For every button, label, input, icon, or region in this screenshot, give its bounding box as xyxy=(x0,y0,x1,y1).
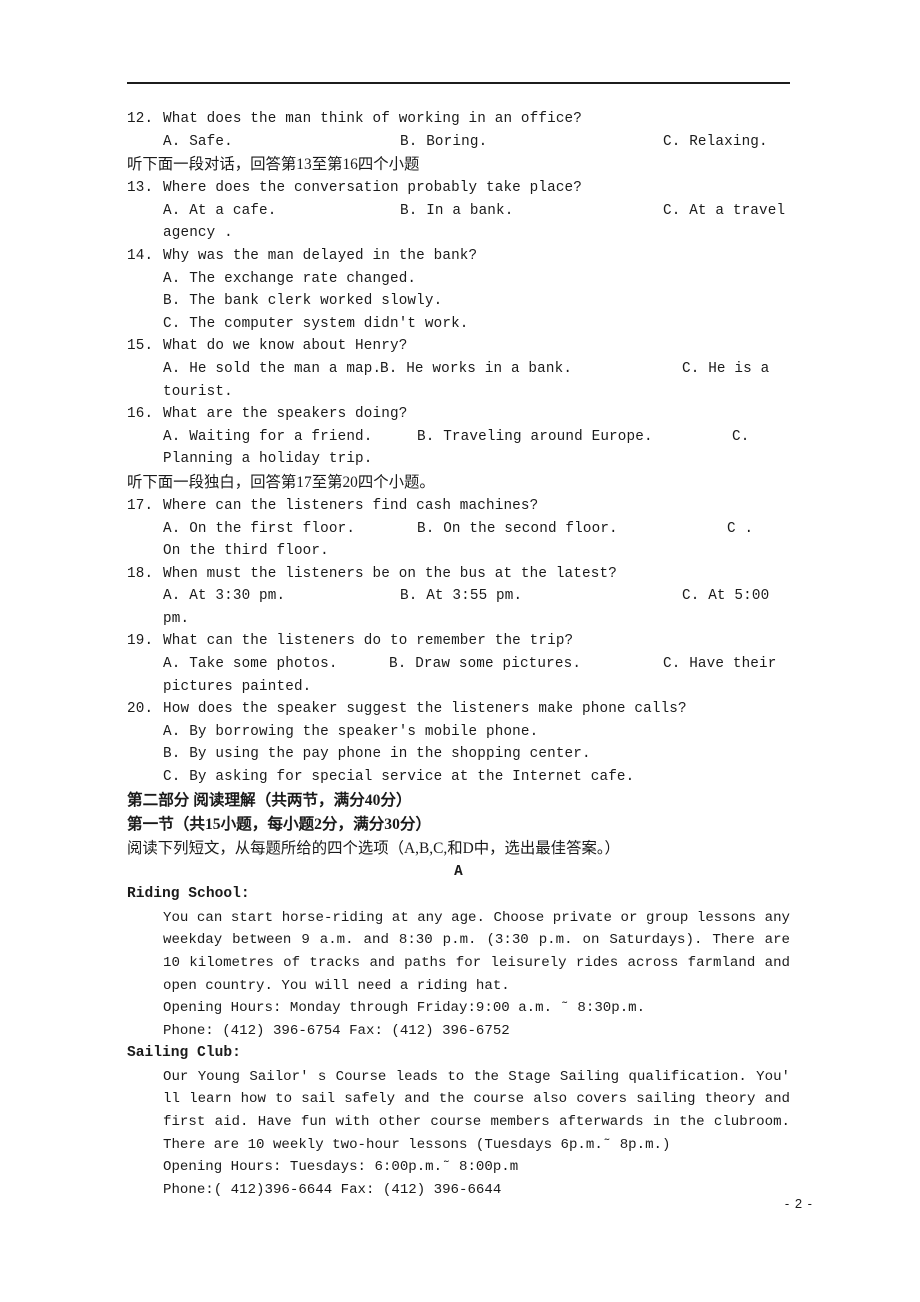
question-13-option-c: C. At a travel xyxy=(663,202,786,219)
question-16-options: A. Waiting for a friend. B. Traveling ar… xyxy=(127,426,790,449)
question-12: 12. What does the man think of working in… xyxy=(127,108,790,131)
riding-school-body: You can start horse-riding at any age. C… xyxy=(163,909,790,994)
question-16-option-a: A. Waiting for a friend. xyxy=(163,428,373,445)
question-16-number: 16. xyxy=(127,406,154,423)
question-16-text: What are the speakers doing? xyxy=(163,406,408,423)
question-17-options: A. On the first floor. B. On the second … xyxy=(127,518,790,541)
question-13-number: 13. xyxy=(127,180,154,197)
question-17: 17. Where can the listeners find cash mac… xyxy=(127,495,790,518)
question-15: 15. What do we know about Henry? xyxy=(127,335,790,358)
part-two-instruction: 阅读下列短文，从每题所给的四个选项（A,B,C,和D中，选出最佳答案。） xyxy=(127,839,620,857)
question-19-options: A. Take some photos. B. Draw some pictur… xyxy=(127,653,790,676)
question-19-number: 19. xyxy=(127,633,154,650)
question-14-option-c: C. The computer system didn't work. xyxy=(163,315,469,332)
listening-direction-1: 听下面一段对话，回答第13至第16四个小题 xyxy=(127,156,420,174)
question-12-option-c: C. Relaxing. xyxy=(663,133,768,150)
question-19-option-c: C. Have their xyxy=(663,656,777,673)
question-20-number: 20. xyxy=(127,701,154,718)
question-19-option-c-wrap: pictures painted. xyxy=(163,678,312,695)
question-15-options: A. He sold the man a map. B. He works in… xyxy=(127,358,790,381)
question-12-number: 12. xyxy=(127,111,154,127)
question-18-options: A. At 3:30 pm. B. At 3:55 pm. C. At 5:00 xyxy=(127,585,790,608)
page-number: - 2 - xyxy=(784,1196,813,1211)
question-13-option-a: A. At a cafe. xyxy=(163,202,277,219)
question-13-options: A. At a cafe. B. In a bank. C. At a trav… xyxy=(127,200,790,223)
riding-school-phone: Phone: (412) 396-6754 Fax: (412) 396-675… xyxy=(163,1022,510,1039)
question-19-option-a: A. Take some photos. xyxy=(163,656,338,673)
question-12-option-b: B. Boring. xyxy=(400,133,488,150)
question-20: 20. How does the speaker suggest the list… xyxy=(127,698,790,721)
question-17-number: 17. xyxy=(127,497,154,514)
question-13-text: Where does the conversation probably tak… xyxy=(163,180,583,197)
question-16-option-c-wrap: Planning a holiday trip. xyxy=(163,451,373,468)
question-18-option-b: B. At 3:55 pm. xyxy=(400,588,523,605)
exam-page: 12. What does the man think of working in… xyxy=(0,0,920,1302)
question-12-option-a: A. Safe. xyxy=(163,133,233,150)
question-15-option-a: A. He sold the man a map. xyxy=(163,360,382,377)
page-content: 12. What does the man think of working in… xyxy=(127,108,790,1201)
question-18-option-c-wrap: pm. xyxy=(163,610,190,627)
question-13: 13. Where does the conversation probably … xyxy=(127,177,790,200)
question-20-option-b: B. By using the pay phone in the shoppin… xyxy=(163,746,591,763)
question-18-option-a: A. At 3:30 pm. xyxy=(163,588,286,605)
listening-direction-2: 听下面一段独白，回答第17至第20四个小题。 xyxy=(127,473,435,491)
question-19: 19. What can the listeners do to remember… xyxy=(127,630,790,653)
question-14-number: 14. xyxy=(127,247,154,264)
question-13-option-c-wrap: agency . xyxy=(163,225,233,242)
question-14-option-b: B. The bank clerk worked slowly. xyxy=(163,293,443,310)
question-17-option-b: B. On the second floor. xyxy=(417,520,618,537)
question-12-options: A. Safe. B. Boring. C. Relaxing. xyxy=(127,131,790,154)
question-13-option-b: B. In a bank. xyxy=(400,202,514,219)
question-19-text: What can the listeners do to remember th… xyxy=(163,633,574,650)
question-18-option-c: C. At 5:00 xyxy=(682,588,770,605)
question-17-option-c-wrap: On the third floor. xyxy=(163,543,329,560)
question-14-text: Why was the man delayed in the bank? xyxy=(163,247,478,264)
question-16-option-c: C. xyxy=(732,428,750,445)
riding-school-title: Riding School: xyxy=(127,886,250,903)
header-divider-rule xyxy=(127,82,790,84)
question-15-option-b: B. He works in a bank. xyxy=(380,360,573,377)
question-12-text: What does the man think of working in an… xyxy=(163,111,583,127)
question-14-option-a: A. The exchange rate changed. xyxy=(163,270,417,287)
question-15-text: What do we know about Henry? xyxy=(163,338,408,355)
passage-label-a: A xyxy=(454,863,463,880)
question-14: 14. Why was the man delayed in the bank? xyxy=(127,245,790,268)
question-15-option-c-wrap: tourist. xyxy=(163,383,233,400)
question-15-option-c: C. He is a xyxy=(682,360,770,377)
riding-school-hours: Opening Hours: Monday through Friday:9:0… xyxy=(163,1000,646,1017)
question-18-number: 18. xyxy=(127,565,154,582)
question-16: 16. What are the speakers doing? xyxy=(127,403,790,426)
question-20-text: How does the speaker suggest the listene… xyxy=(163,701,687,718)
part-two-heading: 第二部分 阅读理解（共两节，满分40分） xyxy=(127,791,412,809)
question-19-option-b: B. Draw some pictures. xyxy=(389,656,582,673)
question-20-option-a: A. By borrowing the speaker's mobile pho… xyxy=(163,723,539,740)
question-18-text: When must the listeners be on the bus at… xyxy=(163,565,617,582)
sailing-club-phone: Phone:( 412)396-6644 Fax: (412) 396-6644 xyxy=(163,1181,502,1198)
question-16-option-b: B. Traveling around Europe. xyxy=(417,428,653,445)
question-17-option-c: C . xyxy=(727,520,754,537)
sailing-club-title: Sailing Club: xyxy=(127,1045,241,1062)
question-15-number: 15. xyxy=(127,338,154,355)
question-17-text: Where can the listeners find cash machin… xyxy=(163,497,539,514)
part-two-section-heading: 第一节（共15小题，每小题2分，满分30分） xyxy=(127,815,432,833)
question-18: 18. When must the listeners be on the bus… xyxy=(127,563,790,586)
question-20-option-c: C. By asking for special service at the … xyxy=(163,769,635,786)
sailing-club-body: Our Young Sailor' s Course leads to the … xyxy=(163,1068,790,1153)
sailing-club-hours: Opening Hours: Tuesdays: 6:00p.m.˜ 8:00p… xyxy=(163,1159,519,1176)
question-17-option-a: A. On the first floor. xyxy=(163,520,356,537)
